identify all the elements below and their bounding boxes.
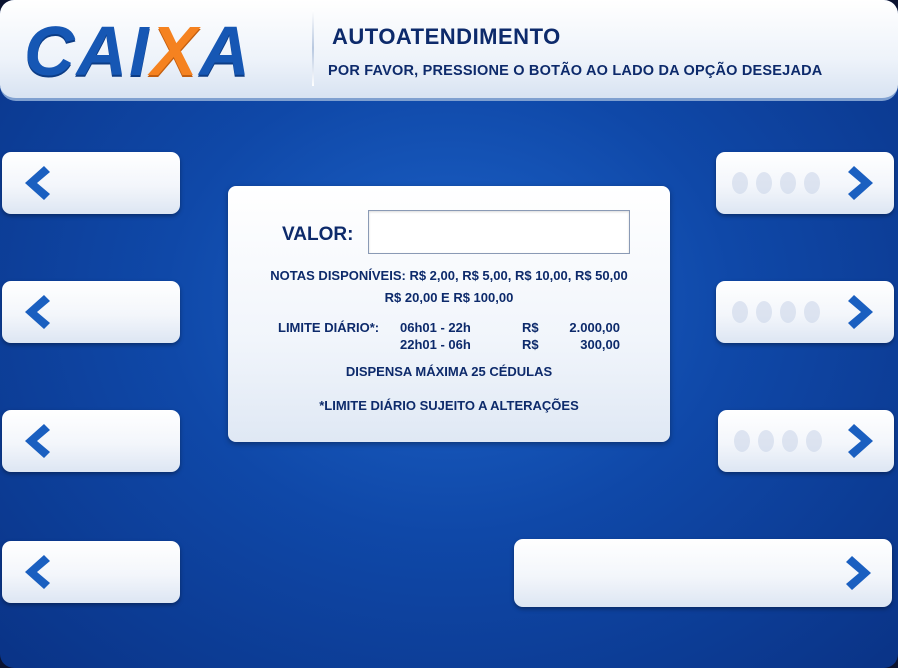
page-subtitle: POR FAVOR, PRESSIONE O BOTÃO AO LADO DA …	[328, 63, 823, 79]
chevron-left-icon	[25, 424, 50, 458]
chevron-right-icon	[848, 424, 873, 458]
left-option-button-3[interactable]	[2, 410, 180, 472]
chevron-right-icon	[848, 295, 873, 329]
left-option-button-4[interactable]	[2, 541, 180, 603]
daily-limit-label: LIMITE DIÁRIO*:	[278, 320, 380, 335]
chevron-left-icon	[25, 166, 50, 200]
left-option-button-2[interactable]	[2, 281, 180, 343]
caixa-logo: CAIXA	[24, 12, 252, 90]
page-title: AUTOATENDIMENTO	[332, 24, 561, 49]
chevron-right-icon	[848, 166, 873, 200]
right-option-button-4[interactable]	[514, 539, 892, 607]
button-placeholder-dots	[732, 301, 820, 323]
limit-period-2: 22h01 - 06h	[400, 337, 471, 352]
right-option-button-3[interactable]	[718, 410, 894, 472]
atm-screen: CAIXA AUTOATENDIMENTO POR FAVOR, PRESSIO…	[0, 0, 898, 668]
header-bar: CAIXA AUTOATENDIMENTO POR FAVOR, PRESSIO…	[0, 0, 898, 101]
button-placeholder-dots	[732, 172, 820, 194]
left-option-button-1[interactable]	[2, 152, 180, 214]
chevron-left-icon	[25, 295, 50, 329]
header-divider	[312, 10, 314, 86]
limit-amount-2: 300,00	[580, 337, 620, 352]
valor-label: VALOR:	[282, 224, 354, 245]
right-option-button-1[interactable]	[716, 152, 894, 214]
chevron-left-icon	[25, 555, 50, 589]
button-placeholder-dots	[734, 430, 822, 452]
right-option-button-2[interactable]	[716, 281, 894, 343]
chevron-right-icon	[846, 556, 871, 590]
max-notes-text: DISPENSA MÁXIMA 25 CÉDULAS	[345, 364, 553, 379]
withdrawal-panel: VALOR: NOTAS DISPONÍVEIS: R$ 2,00, R$ 5,…	[228, 186, 670, 442]
limit-amount-1: 2.000,00	[569, 320, 620, 335]
valor-field[interactable]	[368, 210, 630, 254]
notes-available-line-2: R$ 20,00 E R$ 100,00	[384, 290, 514, 305]
limit-footnote: *LIMITE DIÁRIO SUJEITO A ALTERAÇÕES	[319, 398, 579, 413]
limit-currency-2: R$	[522, 337, 539, 352]
notes-available-line-1: NOTAS DISPONÍVEIS: R$ 2,00, R$ 5,00, R$ …	[270, 268, 628, 283]
limit-period-1: 06h01 - 22h	[400, 320, 471, 335]
limit-currency-1: R$	[522, 320, 539, 335]
